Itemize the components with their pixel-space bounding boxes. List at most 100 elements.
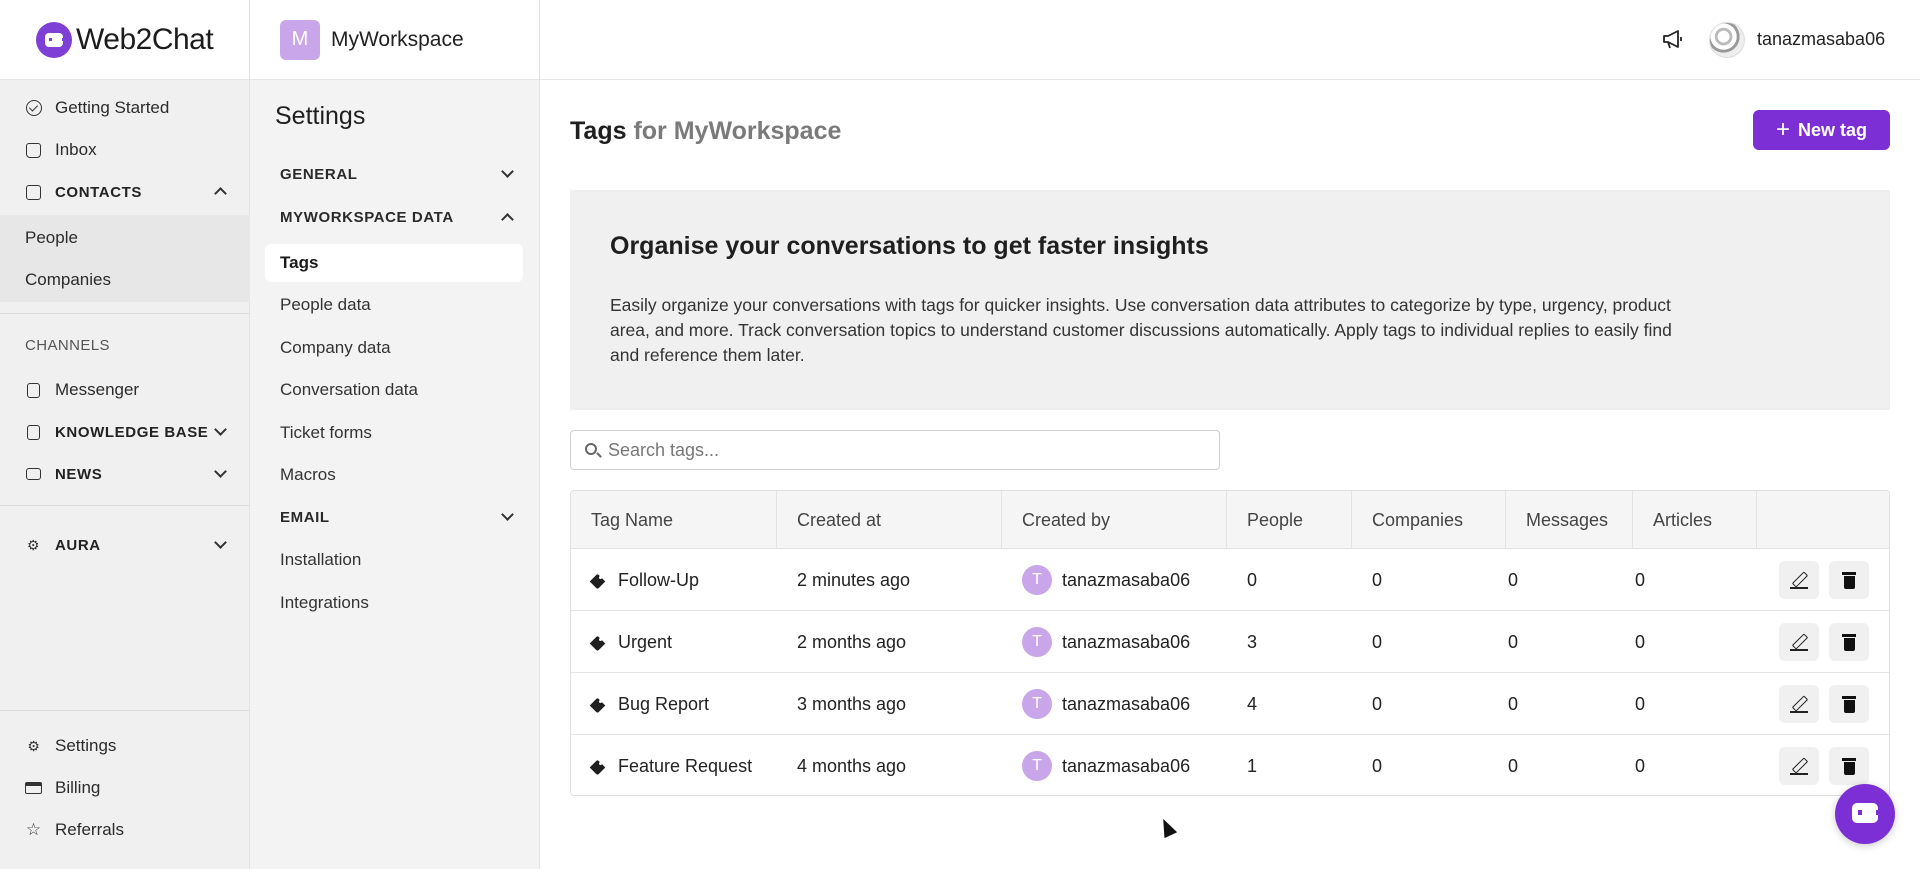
page-title-suffix: for MyWorkspace bbox=[633, 117, 842, 145]
settings-link-conversation-data[interactable]: Conversation data bbox=[265, 371, 523, 409]
pencil-icon bbox=[1790, 633, 1808, 651]
pencil-icon bbox=[1790, 757, 1808, 775]
created-at-cell: 3 months ago bbox=[797, 693, 907, 714]
articles-count: 0 bbox=[1635, 631, 1646, 652]
trash-icon bbox=[1842, 695, 1856, 713]
nav-settings[interactable]: ⚙ Settings bbox=[0, 726, 250, 766]
nav-billing[interactable]: Billing bbox=[0, 768, 250, 808]
settings-menu: M MyWorkspace Settings GENERAL MYWORKSPA… bbox=[250, 0, 540, 869]
tag-icon bbox=[591, 635, 606, 650]
settings-link-people-data[interactable]: People data bbox=[265, 286, 523, 324]
people-count: 1 bbox=[1247, 755, 1258, 776]
news-icon bbox=[25, 466, 42, 483]
page-title-main: Tags bbox=[570, 117, 627, 145]
settings-link-macros[interactable]: Macros bbox=[265, 456, 523, 494]
delete-button[interactable] bbox=[1829, 747, 1869, 785]
delete-button[interactable] bbox=[1829, 623, 1869, 661]
nav-companies-label: Companies bbox=[25, 270, 111, 289]
nav-billing-label: Billing bbox=[55, 778, 101, 797]
tag-name: Urgent bbox=[618, 631, 673, 652]
workspace-avatar: M bbox=[280, 19, 320, 60]
nav-divider bbox=[0, 710, 250, 711]
created-by-cell: Ttanazmasaba06 bbox=[1022, 549, 1190, 611]
column-header-articles[interactable]: Articles bbox=[1633, 491, 1757, 549]
tag-name-cell: Follow-Up bbox=[591, 549, 699, 611]
user-name[interactable]: tanazmasaba06 bbox=[1757, 29, 1885, 50]
tag-icon bbox=[591, 573, 606, 588]
new-tag-button[interactable]: + New tag bbox=[1753, 110, 1890, 150]
nav-contacts-section[interactable]: CONTACTS bbox=[0, 172, 250, 212]
book-icon bbox=[25, 382, 42, 399]
edit-button[interactable] bbox=[1779, 685, 1819, 723]
tag-icon bbox=[591, 759, 606, 774]
nav-getting-started[interactable]: Getting Started bbox=[0, 88, 250, 128]
settings-title: Settings bbox=[275, 102, 366, 130]
brand-name: Web2Chat bbox=[76, 22, 214, 56]
info-banner: Organise your conversations to get faste… bbox=[570, 190, 1890, 410]
edit-button[interactable] bbox=[1779, 623, 1819, 661]
people-count: 0 bbox=[1247, 569, 1258, 590]
settings-link-installation[interactable]: Installation bbox=[265, 541, 523, 579]
settings-section-data-label: MYWORKSPACE DATA bbox=[280, 209, 454, 226]
creator-avatar: T bbox=[1022, 565, 1052, 595]
chevron-down-icon bbox=[501, 508, 514, 521]
nav-aura[interactable]: ⚙ AURA bbox=[0, 525, 250, 565]
chevron-down-icon bbox=[214, 536, 227, 549]
creator-avatar: T bbox=[1022, 627, 1052, 657]
settings-link-ticket-forms[interactable]: Ticket forms bbox=[265, 414, 523, 452]
tag-name: Bug Report bbox=[618, 693, 710, 714]
settings-link-tags[interactable]: Tags bbox=[265, 244, 523, 282]
table-row[interactable]: Follow-Up 2 minutes ago Ttanazmasaba06 0… bbox=[571, 549, 1889, 611]
created-at-cell: 4 months ago bbox=[797, 755, 907, 776]
people-count: 4 bbox=[1247, 693, 1258, 714]
nav-messenger[interactable]: Messenger bbox=[0, 370, 250, 410]
chat-widget-button[interactable] bbox=[1835, 784, 1895, 844]
settings-link-company-data[interactable]: Company data bbox=[265, 329, 523, 367]
chevron-down-icon bbox=[214, 423, 227, 436]
nav-inbox-label: Inbox bbox=[55, 140, 97, 159]
delete-button[interactable] bbox=[1829, 685, 1869, 723]
settings-section-email[interactable]: EMAIL bbox=[280, 508, 520, 526]
table-row[interactable]: Feature Request 4 months ago Ttanazmasab… bbox=[571, 735, 1889, 795]
edit-button[interactable] bbox=[1779, 561, 1819, 599]
nav-companies[interactable]: Companies bbox=[0, 260, 250, 300]
chevron-down-icon bbox=[214, 465, 227, 478]
gear-icon: ⚙ bbox=[27, 738, 40, 754]
creator-name: tanazmasaba06 bbox=[1062, 693, 1191, 714]
nav-news[interactable]: NEWS bbox=[0, 454, 250, 494]
plus-icon: + bbox=[1775, 116, 1790, 143]
settings-section-general[interactable]: GENERAL bbox=[280, 165, 520, 183]
tags-table: Tag Name Created at Created by People Co… bbox=[570, 490, 1890, 796]
brand[interactable]: Web2Chat bbox=[0, 0, 249, 80]
nav-knowledge-base[interactable]: KNOWLEDGE BASE bbox=[0, 412, 250, 452]
workspace-switcher[interactable]: M MyWorkspace bbox=[250, 0, 539, 80]
column-header-created-at[interactable]: Created at bbox=[777, 491, 1002, 549]
page-title: Tags for MyWorkspace bbox=[570, 117, 841, 146]
nav-inbox[interactable]: Inbox bbox=[0, 130, 250, 170]
column-header-people[interactable]: People bbox=[1227, 491, 1352, 549]
gear-icon: ⚙ bbox=[26, 537, 41, 553]
settings-section-general-label: GENERAL bbox=[280, 166, 358, 183]
star-icon: ☆ bbox=[25, 820, 42, 839]
inbox-icon bbox=[25, 142, 42, 159]
column-header-tag-name[interactable]: Tag Name bbox=[571, 491, 777, 549]
nav-people[interactable]: People bbox=[0, 218, 250, 258]
creator-name: tanazmasaba06 bbox=[1062, 569, 1191, 590]
search-input[interactable] bbox=[608, 431, 1208, 469]
megaphone-icon[interactable] bbox=[1662, 28, 1684, 50]
column-header-companies[interactable]: Companies bbox=[1352, 491, 1506, 549]
edit-button[interactable] bbox=[1779, 747, 1819, 785]
column-header-created-by[interactable]: Created by bbox=[1002, 491, 1227, 549]
user-avatar[interactable] bbox=[1709, 22, 1745, 58]
table-row[interactable]: Bug Report 3 months ago Ttanazmasaba06 4… bbox=[571, 673, 1889, 735]
people-count: 3 bbox=[1247, 631, 1258, 652]
tag-name-cell: Urgent bbox=[591, 611, 672, 673]
nav-referrals[interactable]: ☆ Referrals bbox=[0, 810, 250, 850]
table-row[interactable]: Urgent 2 months ago Ttanazmasaba06 3 0 0… bbox=[571, 611, 1889, 673]
delete-button[interactable] bbox=[1829, 561, 1869, 599]
created-at-cell: 2 minutes ago bbox=[797, 569, 911, 590]
settings-link-integrations[interactable]: Integrations bbox=[265, 584, 523, 622]
messages-count: 0 bbox=[1508, 693, 1519, 714]
settings-section-data[interactable]: MYWORKSPACE DATA bbox=[280, 209, 520, 226]
column-header-messages[interactable]: Messages bbox=[1506, 491, 1633, 549]
